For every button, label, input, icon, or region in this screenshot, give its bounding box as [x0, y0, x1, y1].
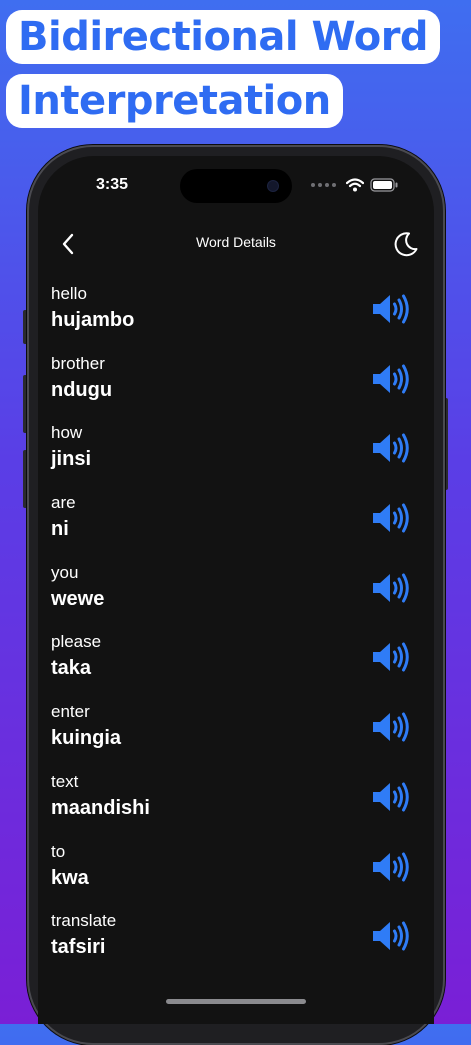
speaker-icon	[373, 921, 409, 951]
front-camera	[268, 181, 278, 191]
word-row: you wewe	[38, 559, 434, 629]
word-translation: kwa	[51, 866, 89, 889]
speaker-icon	[373, 433, 409, 463]
word-row: translate tafsiri	[38, 907, 434, 977]
word-row: are ni	[38, 489, 434, 559]
moon-icon	[394, 232, 418, 257]
word-translation: jinsi	[51, 448, 92, 471]
word-translation: hujambo	[51, 309, 135, 331]
speaker-icon	[373, 364, 409, 394]
speaker-icon	[373, 642, 409, 672]
word-list: hello hujambo brother ndugu how jinsi ar…	[38, 280, 434, 977]
theme-toggle-button[interactable]	[390, 228, 422, 260]
word-row: hello hujambo	[38, 280, 434, 350]
speak-button[interactable]	[370, 918, 414, 954]
word-row: how jinsi	[38, 419, 434, 489]
speaker-icon	[373, 782, 409, 812]
status-indicators	[311, 178, 398, 192]
word-source: enter	[51, 702, 90, 722]
word-source: translate	[51, 911, 117, 931]
speak-button[interactable]	[370, 570, 414, 606]
word-translation: ndugu	[51, 378, 113, 401]
speaker-icon	[373, 573, 409, 603]
speaker-icon	[373, 294, 409, 324]
home-indicator[interactable]	[166, 999, 306, 1004]
promo-headline-line-1: Bidirectional Word	[6, 10, 441, 64]
word-row: to kwa	[38, 838, 434, 908]
word-row: text maandishi	[38, 768, 434, 838]
word-translation: kuingia	[51, 727, 122, 750]
word-translation: tafsiri	[51, 936, 106, 959]
word-source: text	[51, 771, 79, 791]
speak-button[interactable]	[370, 291, 414, 327]
speak-button[interactable]	[370, 709, 414, 745]
speak-button[interactable]	[370, 361, 414, 397]
word-row: please taka	[38, 628, 434, 698]
word-translation: ni	[51, 518, 69, 541]
speaker-icon	[373, 712, 409, 742]
promo-headline-line-2: Interpretation	[6, 74, 343, 128]
word-row: enter kuingia	[38, 698, 434, 768]
word-source: brother	[51, 353, 105, 373]
status-time: 3:35	[96, 176, 129, 193]
word-translation: maandishi	[51, 796, 150, 819]
speak-button[interactable]	[370, 849, 414, 885]
word-source: you	[51, 562, 79, 582]
word-source: please	[51, 632, 102, 652]
page-title: Word Details	[196, 234, 276, 250]
speak-button[interactable]	[370, 639, 414, 675]
speak-button[interactable]	[370, 779, 414, 815]
word-row: brother ndugu	[38, 350, 434, 420]
word-source: hello	[51, 284, 87, 303]
word-translation: taka	[51, 657, 92, 680]
app-screen: 3:35 Word Details hello hujambo brother …	[38, 156, 434, 1024]
speaker-icon	[373, 503, 409, 533]
word-source: to	[51, 841, 66, 861]
navigation-bar: Word Details	[38, 224, 434, 264]
word-translation: wewe	[51, 587, 105, 610]
word-source: are	[51, 493, 76, 513]
wifi-icon	[346, 178, 364, 192]
cellular-signal-icon	[311, 183, 336, 187]
speaker-icon	[373, 852, 409, 881]
speak-button[interactable]	[370, 500, 414, 536]
speak-button[interactable]	[370, 430, 414, 466]
battery-icon	[370, 178, 398, 192]
dynamic-island	[180, 169, 292, 203]
word-source: how	[51, 423, 83, 443]
